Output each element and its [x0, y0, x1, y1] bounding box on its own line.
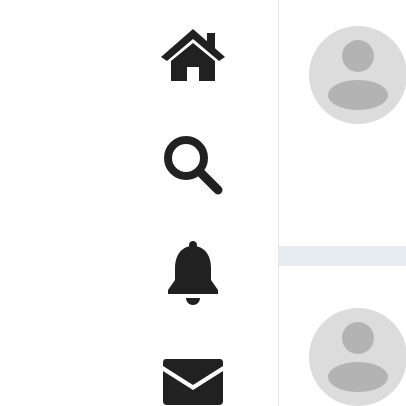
bell-icon: [168, 241, 218, 305]
search-icon: [164, 136, 223, 195]
avatar-body-shape: [328, 362, 388, 392]
feed-separator: [279, 246, 406, 266]
sidebar-nav: [0, 0, 278, 406]
mail-icon: [163, 359, 223, 405]
app-window: [0, 0, 406, 406]
home-icon: [161, 29, 225, 81]
avatar-head-shape: [342, 322, 374, 354]
nav-item-search[interactable]: [150, 130, 236, 200]
avatar-head-shape: [342, 40, 374, 72]
avatar-body-shape: [328, 80, 388, 110]
nav-item-messages[interactable]: [150, 346, 236, 406]
feed-column: [279, 0, 406, 406]
avatar[interactable]: [309, 308, 406, 406]
nav-item-notifications[interactable]: [150, 238, 236, 308]
nav-item-home[interactable]: [150, 19, 236, 89]
avatar[interactable]: [309, 26, 406, 124]
